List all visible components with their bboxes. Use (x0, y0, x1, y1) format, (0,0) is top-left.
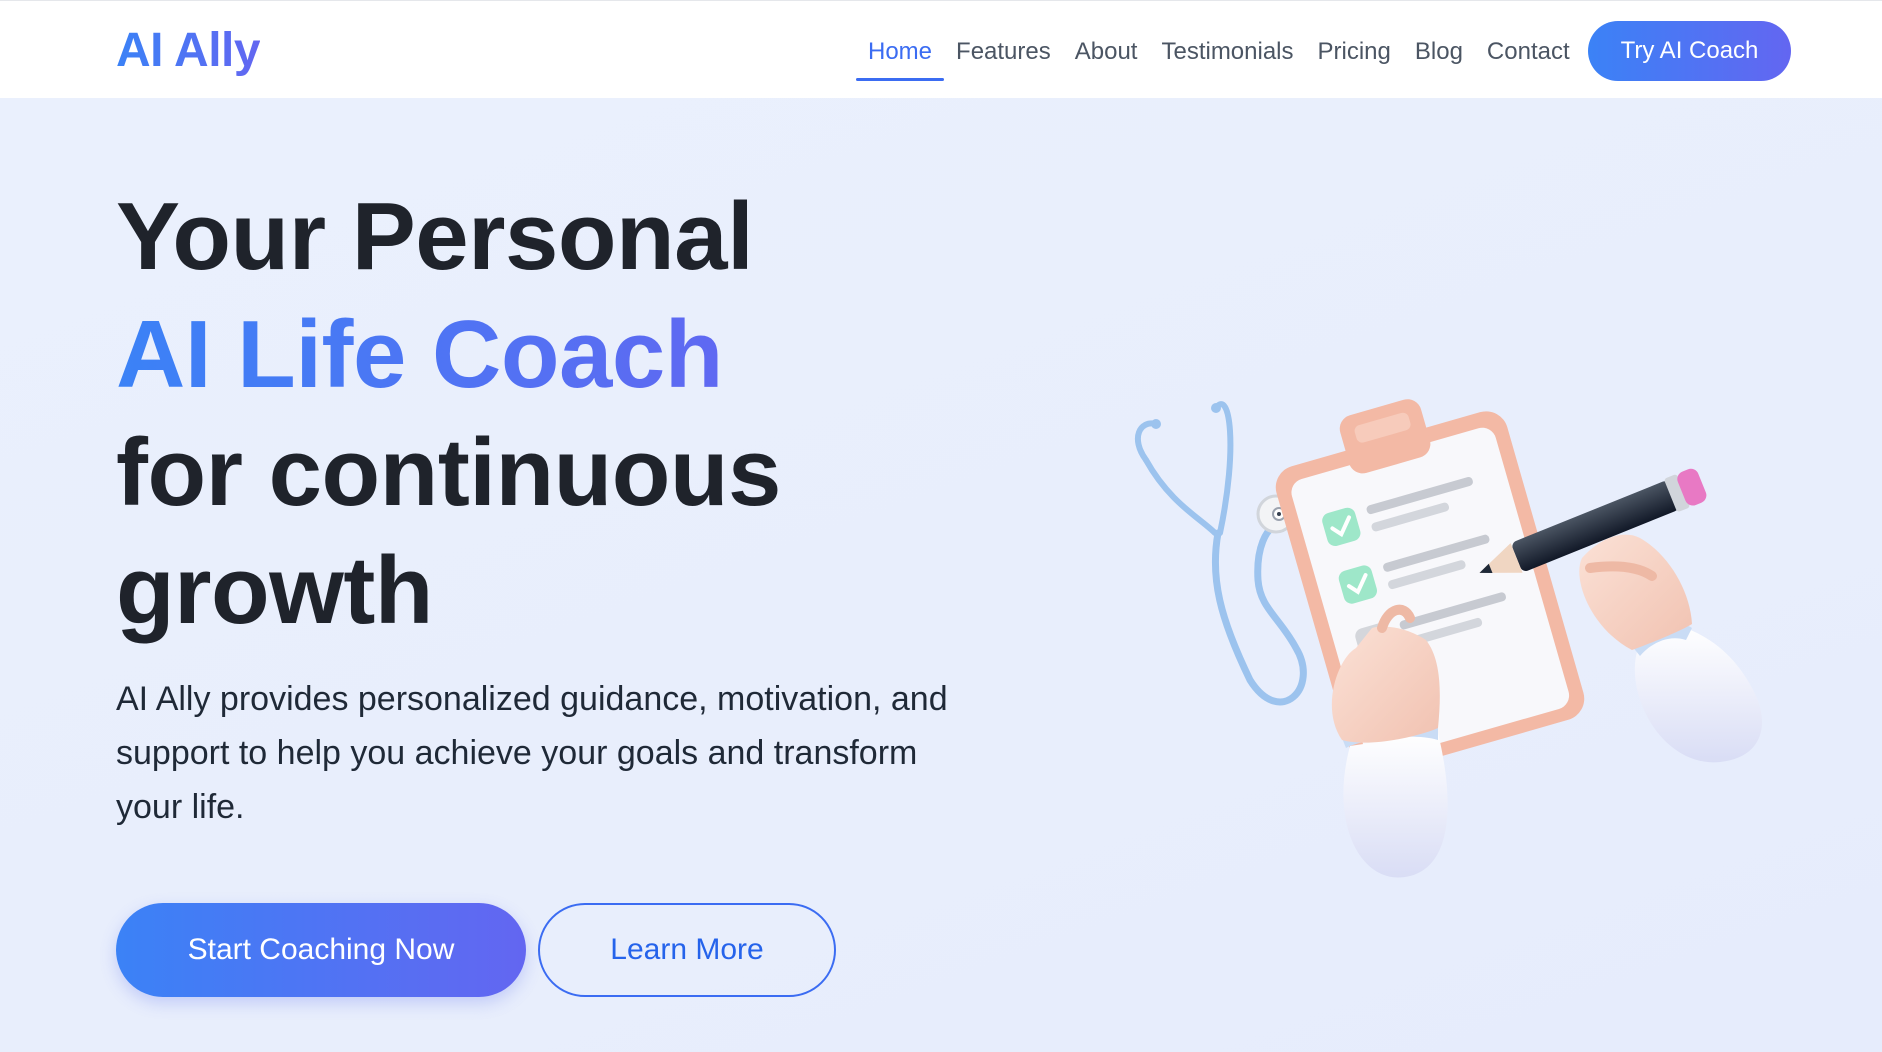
hero-title: Your Personal AI Life Coach for continuo… (116, 178, 781, 650)
hero-description: AI Ally provides personalized guidance, … (116, 680, 948, 826)
nav-links: Home Features About Testimonials Pricing… (856, 1, 1582, 99)
try-ai-coach-button[interactable]: Try AI Coach (1588, 21, 1791, 81)
learn-more-button[interactable]: Learn More (538, 903, 836, 997)
nav-link-testimonials[interactable]: Testimonials (1149, 1, 1305, 99)
top-navbar: AI Ally Home Features About Testimonials… (0, 0, 1882, 98)
hero-section: Your Personal AI Life Coach for continuo… (0, 98, 1882, 1052)
brand-logo[interactable]: AI Ally (116, 23, 261, 78)
nav-link-contact[interactable]: Contact (1475, 1, 1582, 99)
right-hand-icon (1579, 534, 1762, 763)
nav-link-features[interactable]: Features (944, 1, 1063, 99)
stethoscope-icon (1134, 401, 1307, 706)
hero-title-line-3: for continuous (116, 419, 781, 526)
hero-title-highlight: AI Life Coach (116, 296, 781, 414)
doctor-hands-clipboard-illustration (1134, 399, 1762, 878)
nav-link-home[interactable]: Home (856, 1, 945, 99)
hero-title-line-4: growth (116, 537, 433, 644)
nav-link-pricing[interactable]: Pricing (1306, 1, 1403, 99)
nav-link-about[interactable]: About (1063, 1, 1150, 99)
start-coaching-button[interactable]: Start Coaching Now (116, 903, 526, 997)
nav-link-blog[interactable]: Blog (1403, 1, 1475, 99)
hero-title-line-1: Your Personal (116, 183, 754, 290)
